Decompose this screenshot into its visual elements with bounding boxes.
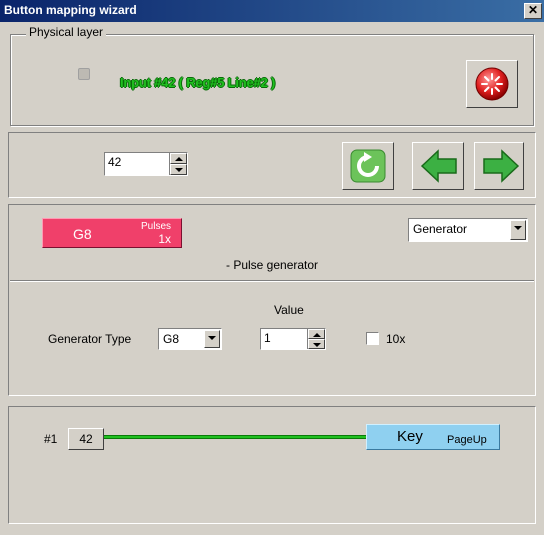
action-type-dropdown-button[interactable]	[510, 220, 526, 240]
chevron-down-icon	[208, 336, 216, 340]
stepper-down-button[interactable]	[170, 164, 187, 175]
action-summary-button[interactable]: G8 Pulses 1x	[42, 218, 182, 248]
action-description: - Pulse generator	[226, 258, 319, 272]
close-button[interactable]: ✕	[524, 3, 542, 19]
record-button[interactable]	[466, 60, 518, 108]
mapping-key-sub: PageUp	[447, 434, 487, 446]
mapping-key-box[interactable]: Key PageUp	[366, 424, 500, 450]
value-label: Value	[274, 303, 304, 317]
physical-layer-legend: Physical layer	[26, 25, 107, 39]
action-summary-pulses: Pulses	[140, 221, 171, 232]
wizard-window: Button mapping wizard ✕ Physical layer I…	[0, 0, 544, 535]
value-stepper[interactable]: 1	[260, 328, 326, 350]
chevron-up-icon	[313, 333, 321, 337]
mapping-index-label: #1	[44, 432, 58, 446]
generator-type-label: Generator Type	[48, 332, 132, 346]
window-title: Button mapping wizard	[4, 3, 137, 17]
generator-type-select[interactable]: G8	[158, 328, 222, 350]
action-summary-main: G8	[73, 226, 92, 242]
refresh-button[interactable]	[342, 142, 394, 190]
value-down-button[interactable]	[308, 339, 325, 349]
generator-type-dropdown-button[interactable]	[204, 330, 220, 348]
input-info-text: Input #42 ( Reg#5 Line#2 )	[120, 75, 276, 90]
chevron-down-icon	[313, 343, 321, 347]
arrow-right-icon	[483, 149, 520, 183]
input-number-stepper[interactable]: 42	[104, 152, 188, 176]
chevron-down-icon	[514, 226, 522, 230]
stepper-buttons	[169, 153, 187, 175]
stepper-up-button[interactable]	[170, 153, 187, 164]
mapping-connector-line	[104, 435, 366, 439]
arrow-left-icon	[420, 149, 457, 183]
input-number-value: 42	[108, 155, 122, 169]
mapping-input-button[interactable]: 42	[68, 428, 104, 450]
generator-type-value: G8	[163, 332, 180, 346]
value-stepper-value: 1	[264, 331, 271, 345]
action-separator	[10, 280, 534, 282]
action-type-value: Generator	[413, 222, 468, 236]
physical-layer-checkbox	[78, 68, 90, 80]
record-button-icon	[475, 67, 509, 101]
chevron-down-icon	[175, 168, 183, 172]
mapping-key-main: Key	[397, 428, 423, 445]
action-type-select[interactable]: Generator	[408, 218, 528, 242]
tenx-checkbox[interactable]	[366, 332, 379, 345]
forward-button[interactable]	[474, 142, 524, 190]
value-up-button[interactable]	[308, 329, 325, 339]
title-bar[interactable]: Button mapping wizard ✕	[0, 0, 544, 22]
tenx-label: 10x	[386, 332, 406, 346]
back-button[interactable]	[412, 142, 464, 190]
action-summary-count: 1x	[158, 232, 171, 246]
value-stepper-buttons	[307, 329, 325, 349]
refresh-icon	[350, 149, 386, 183]
chevron-up-icon	[175, 157, 183, 161]
